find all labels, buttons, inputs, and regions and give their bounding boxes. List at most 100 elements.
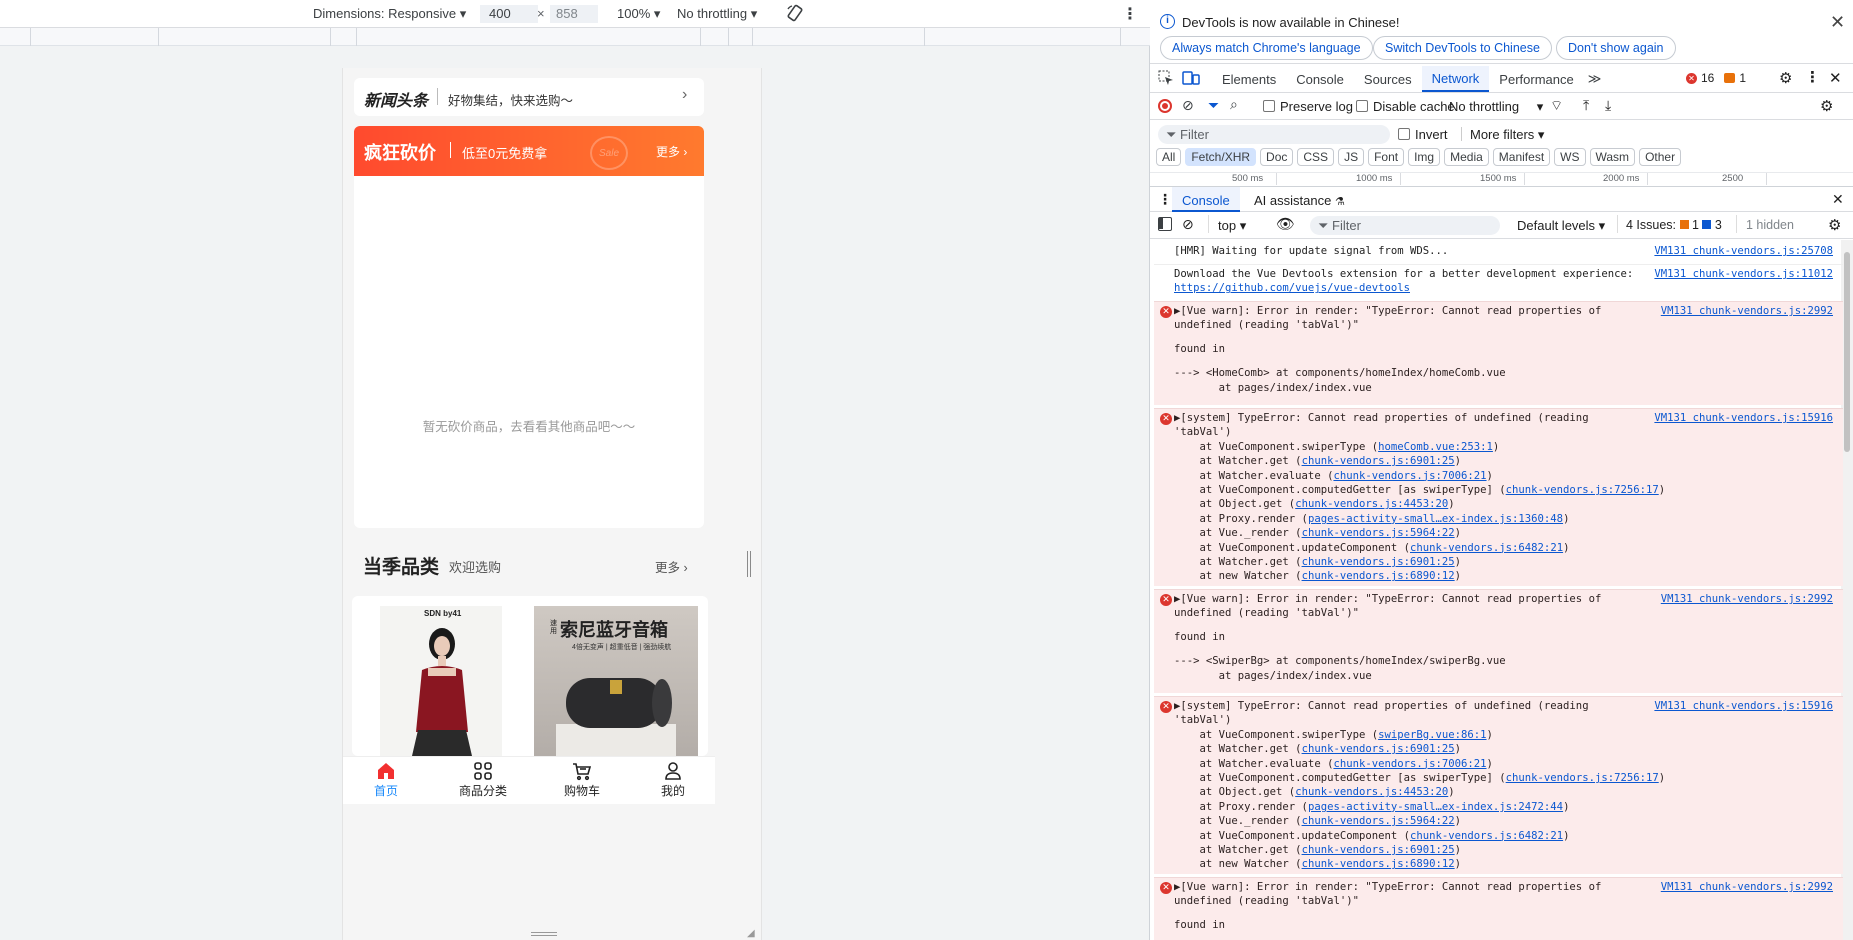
stack-frame-link[interactable]: chunk-vendors.js:6901:25: [1302, 743, 1455, 755]
stack-frame-link[interactable]: homeComb.vue:253:1: [1378, 441, 1493, 453]
filter-chip-all[interactable]: All: [1156, 148, 1182, 166]
source-link[interactable]: VM131 chunk-vendors.js:2992: [1661, 304, 1833, 318]
filter-chip-js[interactable]: JS: [1338, 148, 1365, 166]
throttle-select[interactable]: No throttling ▾: [677, 6, 757, 22]
filter-chip-manifest[interactable]: Manifest: [1492, 148, 1551, 166]
console-filter-input[interactable]: ⏷ Filter: [1310, 216, 1500, 235]
console-error-row[interactable]: ✕ ▶[Vue warn]: Error in render: "TypeErr…: [1154, 589, 1843, 693]
product-card-1[interactable]: SDN by41: [380, 606, 502, 756]
tab-performance[interactable]: Performance: [1489, 66, 1583, 92]
network-throttle-select[interactable]: No throttling ▾: [1449, 99, 1543, 115]
source-link[interactable]: VM131 chunk-vendors.js:2992: [1661, 592, 1833, 606]
source-link[interactable]: VM131 chunk-vendors.js:11012: [1654, 267, 1833, 281]
dimensions-select[interactable]: Dimensions: Responsive ▾: [313, 6, 466, 22]
rotate-icon[interactable]: [785, 3, 805, 26]
preserve-log-checkbox[interactable]: [1263, 100, 1275, 112]
filter-icon[interactable]: ⏷: [1208, 97, 1219, 114]
filter-chip-img[interactable]: Img: [1408, 148, 1441, 166]
tab-elements[interactable]: Elements: [1212, 66, 1286, 92]
filter-chip-css[interactable]: CSS: [1297, 148, 1335, 166]
stack-frame-link[interactable]: chunk-vendors.js:6901:25: [1302, 844, 1455, 856]
sidebar-toggle-icon[interactable]: [1158, 217, 1172, 231]
switch-language-button[interactable]: Switch DevTools to Chinese: [1373, 36, 1552, 60]
stack-frame-link[interactable]: chunk-vendors.js:4453:20: [1295, 498, 1448, 510]
stack-frame-link[interactable]: chunk-vendors.js:6890:12: [1302, 858, 1455, 870]
export-har-icon[interactable]: ⤓: [1605, 97, 1611, 114]
levels-select[interactable]: Default levels ▾: [1517, 218, 1605, 234]
drawer-tab-ai[interactable]: AI assistance ⚗: [1254, 193, 1345, 208]
filter-chip-font[interactable]: Font: [1368, 148, 1405, 166]
filter-chip-fetch-xhr[interactable]: Fetch/XHR: [1185, 148, 1257, 166]
tab-sources[interactable]: Sources: [1354, 66, 1422, 92]
invert-checkbox[interactable]: [1398, 128, 1410, 140]
zoom-select[interactable]: 100% ▾: [617, 6, 660, 22]
more-filters-button[interactable]: More filters ▾: [1470, 127, 1544, 143]
console-clear-icon[interactable]: ⊘: [1182, 216, 1194, 233]
drawer-menu-icon[interactable]: ⋮: [1158, 191, 1172, 208]
stack-frame-link[interactable]: chunk-vendors.js:7256:17: [1506, 772, 1659, 784]
filter-chip-wasm[interactable]: Wasm: [1589, 148, 1636, 166]
tab-category[interactable]: 商品分类: [451, 761, 515, 799]
dont-show-again-button[interactable]: Don't show again: [1556, 36, 1676, 60]
season-more-link[interactable]: 更多 ›: [655, 557, 688, 576]
stack-frame-link[interactable]: swiperBg.vue:86:1: [1378, 729, 1486, 741]
issues-button[interactable]: 4 Issues: 1 3: [1626, 218, 1722, 232]
bargain-more-link[interactable]: 更多 ›: [656, 143, 687, 160]
brand-bar[interactable]: 新闻头条 好物集结，快来选购～ ›: [354, 78, 704, 116]
stack-frame-link[interactable]: pages-activity-small…ex-index.js:1360:48: [1308, 513, 1563, 525]
filter-chip-doc[interactable]: Doc: [1260, 148, 1294, 166]
clear-icon[interactable]: ⊘: [1182, 97, 1194, 114]
stack-frame-link[interactable]: chunk-vendors.js:7006:21: [1333, 470, 1486, 482]
bottom-resize-icon[interactable]: [531, 932, 557, 936]
stack-frame-link[interactable]: chunk-vendors.js:6482:21: [1410, 830, 1563, 842]
network-filter-input[interactable]: ⏷ Filter: [1158, 125, 1390, 144]
stack-frame-link[interactable]: chunk-vendors.js:5964:22: [1302, 815, 1455, 827]
tab-network[interactable]: Network: [1421, 66, 1490, 92]
source-link[interactable]: VM131 chunk-vendors.js:15916: [1654, 699, 1833, 713]
network-settings-icon[interactable]: ⚙: [1820, 97, 1833, 115]
filter-chip-media[interactable]: Media: [1444, 148, 1489, 166]
console-error-row[interactable]: ✕ ▶[system] TypeError: Cannot read prope…: [1154, 408, 1843, 586]
more-tabs-icon[interactable]: ≫: [1584, 66, 1606, 92]
width-input[interactable]: 400: [480, 5, 538, 23]
close-icon[interactable]: ✕: [1830, 12, 1845, 33]
more-options-icon[interactable]: ⋮: [1122, 4, 1138, 24]
stack-frame-link[interactable]: chunk-vendors.js:6901:25: [1302, 455, 1455, 467]
kebab-menu-icon[interactable]: ⋮: [1805, 68, 1820, 86]
bargain-banner[interactable]: 疯狂砍价 低至0元免费拿 Sale 更多 ›: [354, 126, 704, 176]
stack-frame-link[interactable]: chunk-vendors.js:7006:21: [1333, 758, 1486, 770]
device-toggle-icon[interactable]: [1182, 70, 1200, 86]
stack-frame-link[interactable]: chunk-vendors.js:5964:22: [1302, 527, 1455, 539]
corner-resize-icon[interactable]: ◢: [747, 928, 755, 939]
height-input[interactable]: 858: [550, 5, 598, 23]
wifi-settings-icon[interactable]: ⌔: [1550, 97, 1563, 115]
filter-chip-ws[interactable]: WS: [1554, 148, 1586, 166]
disable-cache-checkbox[interactable]: [1356, 100, 1368, 112]
console-error-row[interactable]: ✕ ▶[Vue warn]: Error in render: "TypeErr…: [1154, 877, 1843, 940]
source-link[interactable]: VM131 chunk-vendors.js:15916: [1654, 411, 1833, 425]
search-icon[interactable]: ⌕: [1230, 96, 1238, 113]
import-har-icon[interactable]: ⤒: [1583, 97, 1589, 114]
inspect-icon[interactable]: [1158, 70, 1174, 86]
filter-chip-other[interactable]: Other: [1639, 148, 1682, 166]
stack-frame-link[interactable]: chunk-vendors.js:4453:20: [1295, 786, 1448, 798]
vue-devtools-link[interactable]: https://github.com/vuejs/vue-devtools: [1174, 281, 1843, 295]
close-drawer-icon[interactable]: ✕: [1832, 191, 1844, 208]
settings-icon[interactable]: ⚙: [1779, 69, 1792, 87]
tab-console[interactable]: Console: [1286, 66, 1354, 92]
stack-frame-link[interactable]: chunk-vendors.js:7256:17: [1506, 484, 1659, 496]
tab-home[interactable]: 首页: [361, 761, 411, 799]
console-error-row[interactable]: ✕ ▶[system] TypeError: Cannot read prope…: [1154, 696, 1843, 874]
console-error-row[interactable]: ✕ ▶[Vue warn]: Error in render: "TypeErr…: [1154, 301, 1843, 405]
tab-cart[interactable]: 购物车: [557, 761, 607, 799]
resize-handle-icon[interactable]: [747, 551, 751, 577]
match-language-button[interactable]: Always match Chrome's language: [1160, 36, 1373, 60]
source-link[interactable]: VM131 chunk-vendors.js:2992: [1661, 880, 1833, 894]
stack-frame-link[interactable]: chunk-vendors.js:6482:21: [1410, 542, 1563, 554]
record-icon[interactable]: [1158, 99, 1172, 113]
close-devtools-icon[interactable]: ✕: [1829, 69, 1842, 87]
console-settings-icon[interactable]: ⚙: [1828, 216, 1841, 234]
live-expression-eye-icon[interactable]: 👁: [1276, 215, 1295, 233]
context-select[interactable]: top ▾: [1218, 218, 1246, 234]
product-card-2[interactable]: 速用 索尼蓝牙音箱 4倍无变声 | 超重低音 | 强劲续航: [534, 606, 698, 756]
